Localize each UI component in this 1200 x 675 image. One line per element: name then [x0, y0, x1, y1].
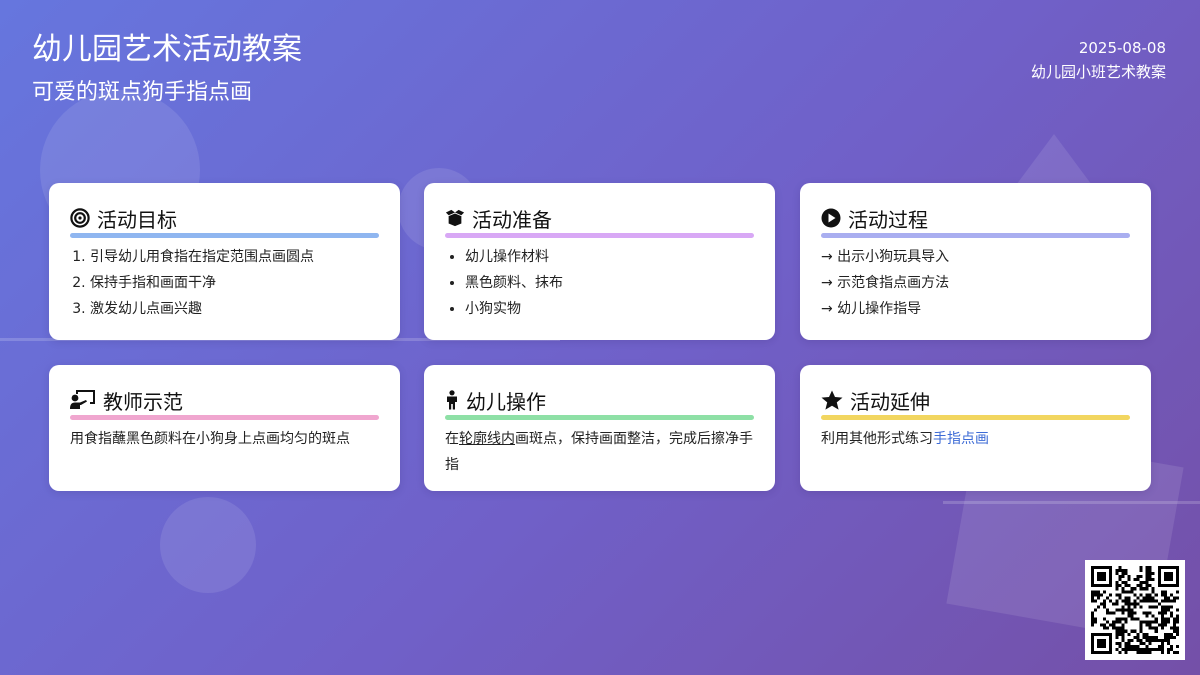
list-item: 保持手指和画面干净 — [90, 270, 380, 296]
card-accent-bar — [70, 233, 379, 238]
text-segment: 在 — [445, 431, 459, 447]
card-activity-process: 活动过程 → 出示小狗玩具导入 → 示范食指点画方法 → 幼儿操作指导 — [800, 183, 1151, 340]
card-title: 活动准备 — [472, 207, 552, 232]
card-teacher-demo: 教师示范 用食指蘸黑色颜料在小狗身上点画均匀的斑点 — [49, 365, 400, 491]
card-activity-goals: 活动目标 引导幼儿用食指在指定范围点画圆点 保持手指和画面干净 激发幼儿点画兴趣 — [49, 183, 400, 340]
card-text: 在轮廓线内画斑点，保持画面整洁，完成后擦净手指 — [445, 426, 755, 478]
card-accent-bar — [821, 233, 1130, 238]
list-item: 黑色颜料、抹布 — [465, 270, 755, 296]
card-accent-bar — [821, 415, 1130, 420]
materials-list: 幼儿操作材料 黑色颜料、抹布 小狗实物 — [445, 244, 755, 322]
page-subtitle: 可爱的斑点狗手指点画 — [32, 80, 253, 105]
card-text: 用食指蘸黑色颜料在小狗身上点画均匀的斑点 — [70, 431, 350, 447]
card-child-operation: 幼儿操作 在轮廓线内画斑点，保持画面整洁，完成后擦净手指 — [424, 365, 775, 491]
chalkboard-teacher-icon — [70, 390, 96, 410]
card-activity-extension: 活动延伸 利用其他形式练习手指点画 — [800, 365, 1151, 491]
card-title: 活动延伸 — [850, 389, 930, 414]
card-accent-bar — [445, 415, 754, 420]
list-item: → 幼儿操作指导 — [821, 301, 922, 317]
card-activity-preparation: 活动准备 幼儿操作材料 黑色颜料、抹布 小狗实物 — [424, 183, 775, 340]
date-label: 2025-08-08 — [1078, 39, 1166, 57]
card-text: 利用其他形式练习手指点画 — [821, 426, 1131, 452]
card-accent-bar — [70, 415, 379, 420]
finger-painting-link[interactable]: 手指点画 — [933, 431, 989, 447]
decor-circle — [160, 497, 256, 593]
text-segment: 利用其他形式练习 — [821, 431, 933, 447]
class-info-label: 幼儿园小班艺术教案 — [1030, 63, 1166, 81]
page-title: 幼儿园艺术活动教案 — [32, 32, 302, 67]
list-item: 引导幼儿用食指在指定范围点画圆点 — [90, 244, 380, 270]
box-open-icon — [445, 208, 465, 228]
list-item: → 出示小狗玩具导入 — [821, 249, 950, 265]
header: 幼儿园艺术活动教案 可爱的斑点狗手指点画 — [32, 30, 302, 108]
decor-line — [943, 501, 1200, 504]
emphasis-text: 轮廓线内 — [459, 431, 515, 447]
card-title: 活动目标 — [97, 207, 177, 232]
list-item: 小狗实物 — [465, 296, 755, 322]
card-title: 活动过程 — [848, 207, 928, 232]
list-item: 幼儿操作材料 — [465, 244, 755, 270]
card-title: 幼儿操作 — [466, 389, 546, 414]
card-accent-bar — [445, 233, 754, 238]
process-steps: → 出示小狗玩具导入 → 示范食指点画方法 → 幼儿操作指导 — [821, 244, 1131, 322]
child-icon — [445, 390, 459, 410]
goals-list: 引导幼儿用食指在指定范围点画圆点 保持手指和画面干净 激发幼儿点画兴趣 — [70, 244, 380, 322]
header-meta: 2025-08-08 幼儿园小班艺术教案 — [1031, 36, 1166, 84]
qr-code-icon — [1091, 566, 1179, 654]
bullseye-icon — [70, 208, 90, 228]
qr-code — [1085, 560, 1185, 660]
play-circle-icon — [821, 208, 841, 228]
star-icon — [821, 390, 843, 410]
list-item: 激发幼儿点画兴趣 — [90, 296, 380, 322]
list-item: → 示范食指点画方法 — [821, 275, 950, 291]
card-title: 教师示范 — [103, 389, 183, 414]
